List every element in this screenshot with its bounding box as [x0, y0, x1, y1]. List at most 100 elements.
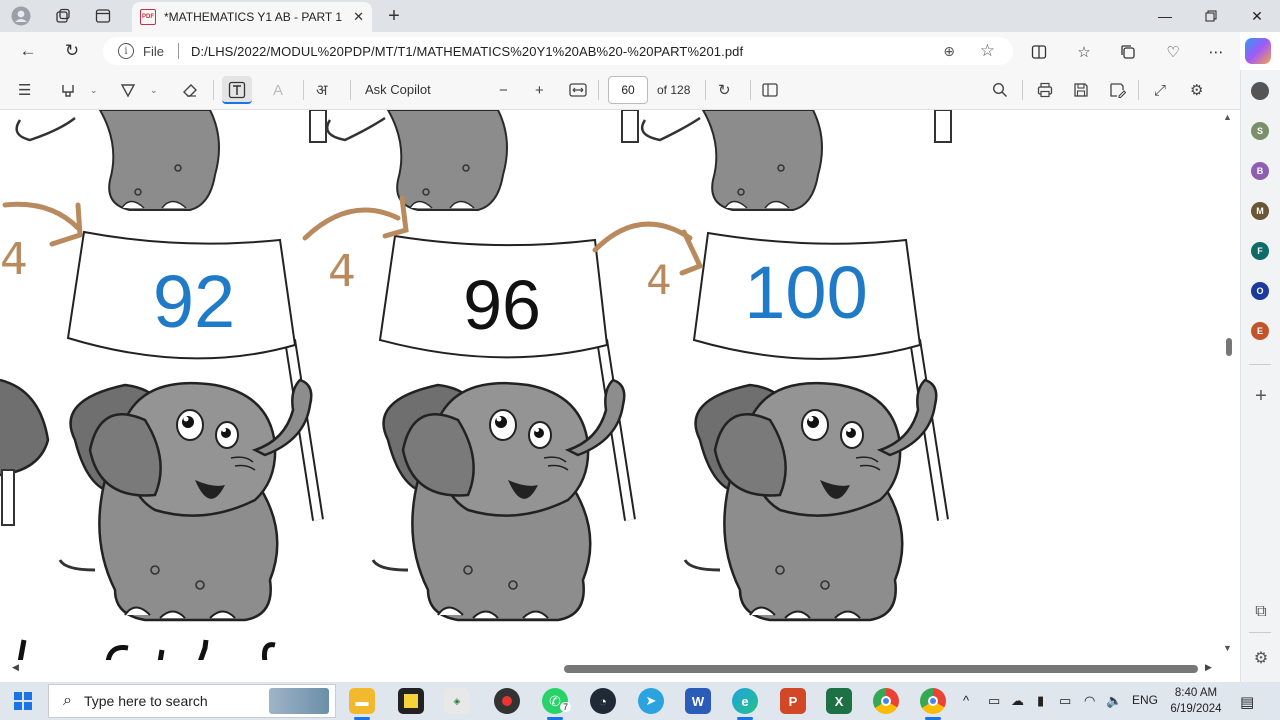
ask-copilot-button[interactable]: Ask Copilot [365, 82, 431, 97]
sidebar-settings-gear-icon[interactable]: ⚙ [1251, 648, 1271, 668]
telegram-icon[interactable]: ➤ [638, 688, 664, 714]
profile-icon[interactable] [6, 4, 36, 28]
sidebar-avatar-b[interactable]: B [1251, 162, 1269, 180]
minimize-button[interactable]: — [1142, 2, 1188, 30]
excel-icon[interactable]: X [826, 688, 852, 714]
refresh-button[interactable]: ↻ [59, 39, 85, 63]
app-icon[interactable]: ◈ [444, 688, 470, 714]
read-aloud-icon[interactable]: अ [316, 80, 327, 100]
sidebar-add-icon[interactable]: + [1251, 385, 1271, 407]
close-tab-icon[interactable]: ✕ [353, 9, 364, 25]
battery-icon[interactable]: ▭ [1059, 693, 1071, 709]
powerpoint-icon[interactable]: P [780, 688, 806, 714]
system-clock[interactable]: 8:40 AM 6/19/2024 [1166, 685, 1226, 717]
fullscreen-icon[interactable]: ⤢ [1154, 80, 1166, 100]
sidebar-avatar-letter: O [1256, 286, 1264, 296]
tab-strip: PDF *MATHEMATICS Y1 AB - PART 1.pdf ✕ + … [0, 0, 1280, 32]
scroll-down-icon[interactable]: ▼ [1223, 643, 1232, 653]
page-view-icon[interactable] [762, 80, 778, 100]
chrome-profile-icon[interactable] [920, 688, 946, 714]
volume-icon[interactable]: 🔈 [1106, 693, 1122, 709]
clock-date: 6/19/2024 [1170, 703, 1222, 715]
sidebar-avatar-f[interactable]: F [1251, 242, 1269, 260]
hop-label-2: 4 [328, 246, 356, 297]
scroll-left-icon[interactable]: ◀ [12, 662, 19, 673]
page-number-input[interactable]: 60 [608, 76, 648, 104]
save-as-icon[interactable] [1109, 80, 1126, 100]
save-icon[interactable] [1073, 80, 1089, 100]
settings-more-icon[interactable]: ⋯ [1205, 41, 1227, 63]
hop-label-3: 4 [646, 258, 671, 304]
address-bar[interactable]: i File D:/LHS/2022/MODUL%20PDP/MT/T1/MAT… [103, 37, 1013, 65]
onedrive-icon[interactable]: ☁ [1011, 693, 1024, 709]
tab-active[interactable]: PDF *MATHEMATICS Y1 AB - PART 1.pdf ✕ [132, 2, 372, 32]
draw-icon[interactable] [120, 80, 136, 100]
close-window-button[interactable]: ✕ [1234, 2, 1280, 30]
favorites-icon[interactable]: ☆ [1073, 41, 1095, 63]
speedometer-icon[interactable]: ◔ [590, 688, 616, 714]
elephant-2 [371, 378, 626, 622]
sidebar-divider [1249, 632, 1271, 633]
sidebar-screenshot-icon[interactable]: ⧉ [1251, 602, 1271, 622]
zoom-icon[interactable]: ⊕ [943, 43, 955, 60]
file-explorer-icon[interactable]: ▬ [349, 688, 375, 714]
sidebar-avatar-o[interactable]: O [1251, 282, 1269, 300]
restore-button[interactable] [1188, 2, 1234, 30]
notifications-icon[interactable]: ▤ [1240, 693, 1254, 711]
url-text[interactable]: D:/LHS/2022/MODUL%20PDP/MT/T1/MATHEMATIC… [191, 44, 743, 59]
horizontal-scroll-thumb[interactable] [564, 665, 1198, 673]
toolbar-divider [598, 80, 599, 100]
collections-icon[interactable] [1117, 41, 1139, 63]
pdf-page-view[interactable]: 92 96 100 4 4 4 [0, 110, 1206, 660]
eraser-icon[interactable] [182, 80, 198, 100]
rotate-icon[interactable]: ↻ [718, 80, 731, 100]
back-button[interactable]: ← [15, 39, 41, 63]
sidebar-avatar-s[interactable]: S [1251, 122, 1269, 140]
taskbar-search-box[interactable]: ⌕ Type here to search [48, 684, 336, 718]
sidebar-app-icon[interactable] [1251, 82, 1269, 100]
split-screen-icon[interactable] [1028, 41, 1050, 63]
wifi-icon[interactable]: ◠ [1084, 693, 1095, 709]
fit-width-icon[interactable] [569, 80, 587, 100]
info-icon[interactable]: i [118, 43, 134, 59]
windows-start-icon[interactable] [14, 692, 32, 710]
contents-icon[interactable]: ☰ [18, 80, 31, 100]
sidebar-avatar-e[interactable]: E [1251, 322, 1269, 340]
show-hidden-icons-icon[interactable]: ^ [963, 693, 969, 708]
pdf-settings-gear-icon[interactable]: ⚙ [1190, 80, 1203, 100]
word-icon[interactable]: W [685, 688, 711, 714]
highlight-options-chevron-icon[interactable]: ⌄ [90, 80, 98, 100]
browser-essentials-icon[interactable]: ♡ [1162, 41, 1184, 63]
print-icon[interactable] [1037, 80, 1053, 100]
edge-sidebar: S B M F O E + ⧉ ⚙ [1240, 70, 1280, 682]
screen-recorder-icon[interactable] [494, 688, 520, 714]
sidebar-avatar-m[interactable]: M [1251, 202, 1269, 220]
horizontal-scrollbar[interactable]: ◀ ▶ [0, 660, 1240, 682]
chrome-icon[interactable] [873, 688, 899, 714]
meet-now-icon[interactable]: ▭ [988, 693, 1000, 709]
toolbar-divider [1022, 80, 1023, 100]
copilot-icon[interactable] [1245, 38, 1271, 64]
edge-icon[interactable]: e [732, 688, 758, 714]
workspaces-icon[interactable] [48, 4, 78, 28]
worksheet-illustration: 92 96 100 4 4 4 [0, 110, 952, 660]
search-icon[interactable] [992, 80, 1008, 100]
search-highlight-image[interactable] [269, 688, 329, 714]
scroll-up-icon[interactable]: ▲ [1223, 112, 1232, 122]
scroll-right-icon[interactable]: ▶ [1205, 662, 1212, 673]
draw-options-chevron-icon[interactable]: ⌄ [150, 80, 158, 100]
new-tab-button[interactable]: + [382, 4, 406, 28]
toolbar-divider [705, 80, 706, 100]
tab-actions-icon[interactable] [88, 4, 118, 28]
vertical-scrollbar[interactable]: ▲ ▼ [1206, 110, 1240, 660]
elephant-3 [683, 378, 938, 622]
microphone-icon[interactable]: ▮ [1037, 693, 1044, 709]
favorite-star-icon[interactable]: ☆ [980, 41, 995, 61]
highlight-icon[interactable] [60, 80, 76, 100]
zoom-out-icon[interactable]: − [499, 80, 508, 100]
language-indicator[interactable]: ENG [1132, 693, 1158, 707]
vertical-scroll-thumb[interactable] [1226, 338, 1232, 356]
zoom-in-icon[interactable]: + [535, 80, 544, 100]
sticky-notes-icon[interactable] [398, 688, 424, 714]
text-format-icon[interactable]: A [273, 80, 283, 100]
